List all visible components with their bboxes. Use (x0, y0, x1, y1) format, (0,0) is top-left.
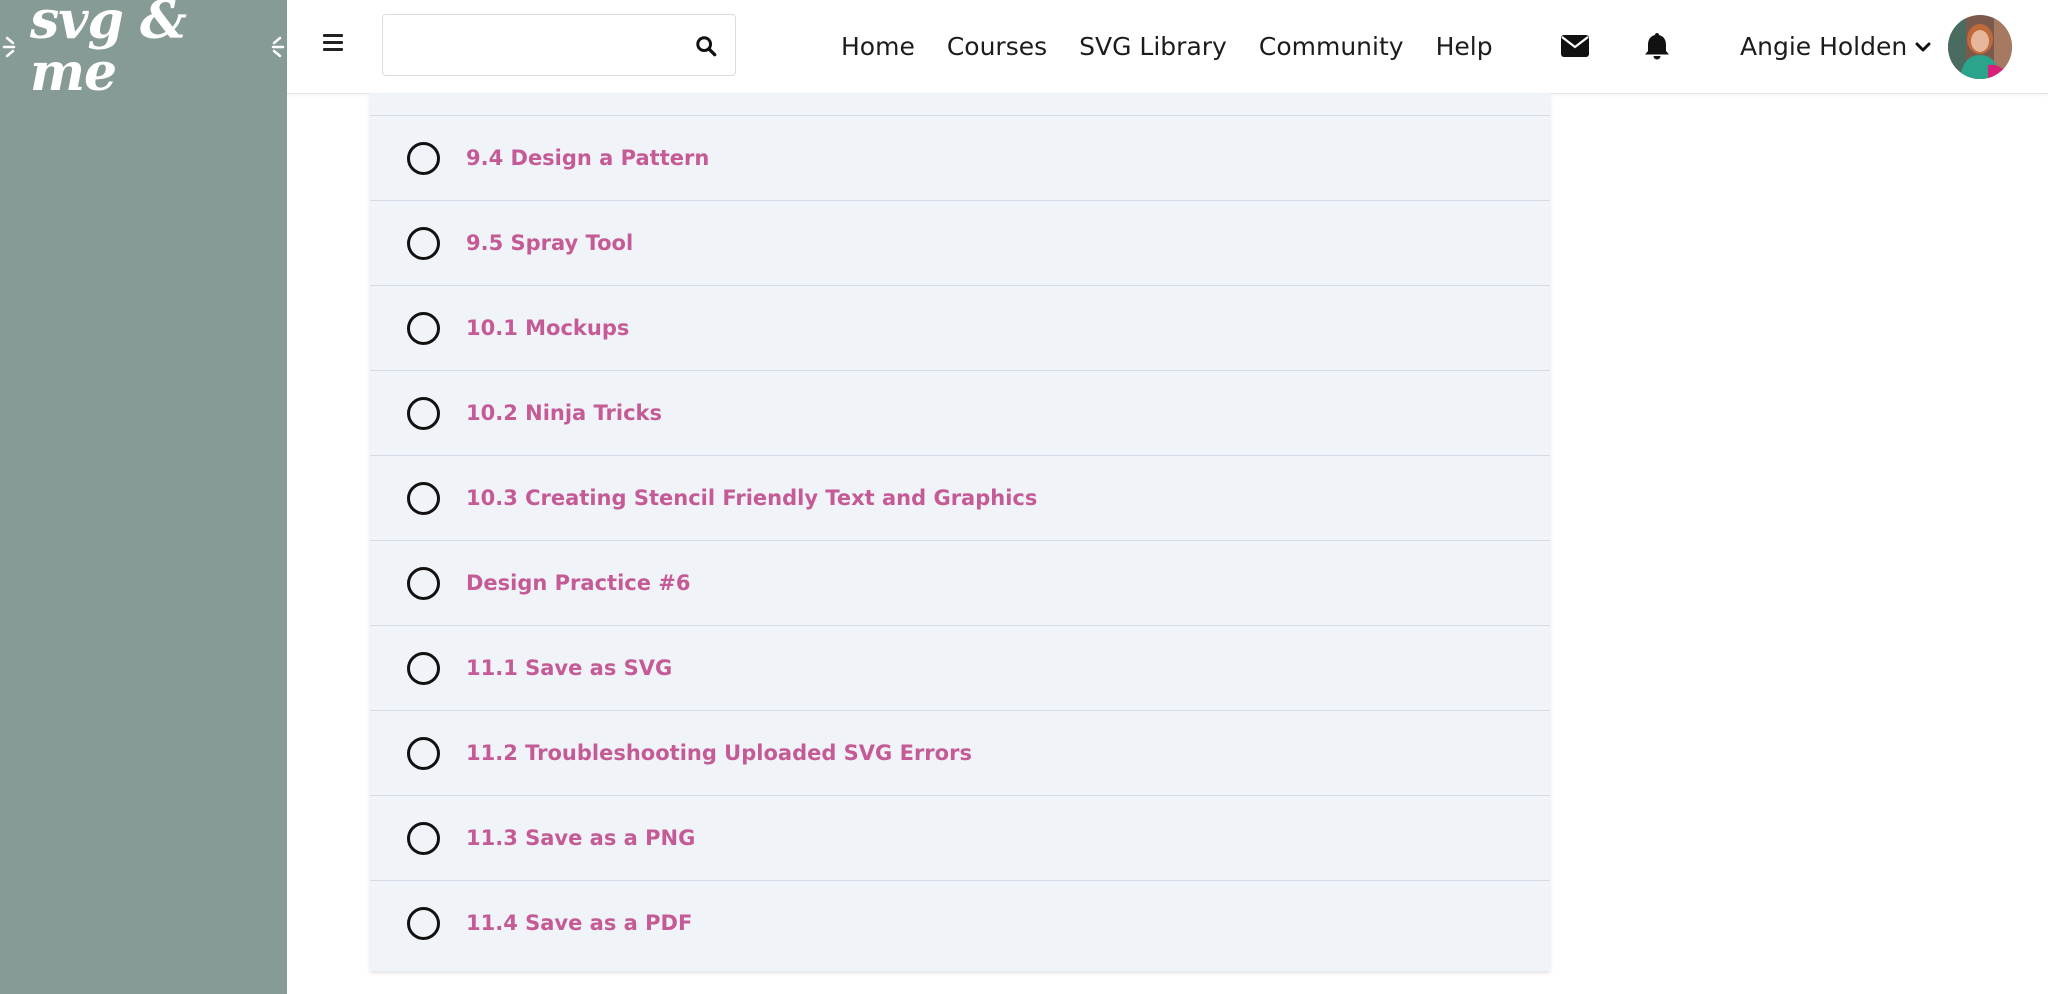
lesson-item-10-1[interactable]: 10.1 Mockups (370, 286, 1550, 371)
lesson-item-10-3[interactable]: 10.3 Creating Stencil Friendly Text and … (370, 456, 1550, 541)
lesson-item-9-4[interactable]: 9.4 Design a Pattern (370, 116, 1550, 201)
sparkle-right-icon (263, 29, 287, 65)
lesson-item-11-2[interactable]: 11.2 Troubleshooting Uploaded SVG Errors (370, 711, 1550, 796)
lesson-title[interactable]: 10.2 Ninja Tricks (466, 401, 662, 425)
incomplete-circle-icon[interactable] (407, 736, 440, 770)
nav-community[interactable]: Community (1259, 32, 1404, 61)
lesson-title[interactable]: 9.4 Design a Pattern (466, 146, 709, 170)
nav-svg-library[interactable]: SVG Library (1079, 32, 1227, 61)
lesson-title[interactable]: 11.4 Save as a PDF (466, 911, 692, 935)
lesson-item-11-3[interactable]: 11.3 Save as a PNG (370, 796, 1550, 881)
incomplete-circle-icon[interactable] (407, 311, 440, 345)
user-menu[interactable]: Angie Holden (1740, 0, 1931, 93)
search-box (382, 14, 736, 76)
main-nav: Home Courses SVG Library Community Help (841, 0, 1493, 93)
top-navbar: Home Courses SVG Library Community Help … (287, 0, 2048, 94)
envelope-icon[interactable] (1561, 34, 1589, 58)
lesson-list-divider (370, 93, 1550, 116)
lesson-title[interactable]: Design Practice #6 (466, 571, 690, 595)
logo-text: svg & me (30, 0, 187, 103)
lesson-title[interactable]: 11.3 Save as a PNG (466, 826, 695, 850)
lesson-title[interactable]: 9.5 Spray Tool (466, 231, 633, 255)
incomplete-circle-icon[interactable] (407, 226, 440, 260)
hamburger-icon[interactable] (323, 34, 343, 58)
incomplete-circle-icon[interactable] (407, 821, 440, 855)
lesson-item-design-practice-6[interactable]: Design Practice #6 (370, 541, 1550, 626)
lesson-item-10-2[interactable]: 10.2 Ninja Tricks (370, 371, 1550, 456)
nav-home[interactable]: Home (841, 32, 915, 61)
nav-courses[interactable]: Courses (947, 32, 1047, 61)
sparkle-left-icon (0, 29, 24, 65)
incomplete-circle-icon[interactable] (407, 566, 440, 600)
incomplete-circle-icon[interactable] (407, 141, 440, 175)
lesson-title[interactable]: 11.2 Troubleshooting Uploaded SVG Errors (466, 741, 972, 765)
sidebar: svg & me (0, 0, 287, 994)
lesson-item-9-5[interactable]: 9.5 Spray Tool (370, 201, 1550, 286)
lesson-list: 9.4 Design a Pattern 9.5 Spray Tool 10.1… (370, 93, 1550, 971)
chevron-down-icon (1915, 42, 1931, 51)
lesson-item-11-4[interactable]: 11.4 Save as a PDF (370, 881, 1550, 965)
nav-help[interactable]: Help (1436, 32, 1493, 61)
brand-logo[interactable]: svg & me (0, 0, 287, 98)
incomplete-circle-icon[interactable] (407, 651, 440, 685)
lesson-title[interactable]: 11.1 Save as SVG (466, 656, 672, 680)
incomplete-circle-icon[interactable] (407, 481, 440, 515)
incomplete-circle-icon[interactable] (407, 396, 440, 430)
lesson-title[interactable]: 10.1 Mockups (466, 316, 629, 340)
bell-icon[interactable] (1644, 32, 1670, 60)
avatar[interactable] (1948, 15, 2012, 79)
lesson-item-11-1[interactable]: 11.1 Save as SVG (370, 626, 1550, 711)
incomplete-circle-icon[interactable] (407, 906, 440, 940)
search-icon[interactable] (695, 35, 717, 57)
search-input[interactable] (393, 25, 677, 67)
user-name: Angie Holden (1740, 32, 1908, 61)
lesson-title[interactable]: 10.3 Creating Stencil Friendly Text and … (466, 486, 1037, 510)
